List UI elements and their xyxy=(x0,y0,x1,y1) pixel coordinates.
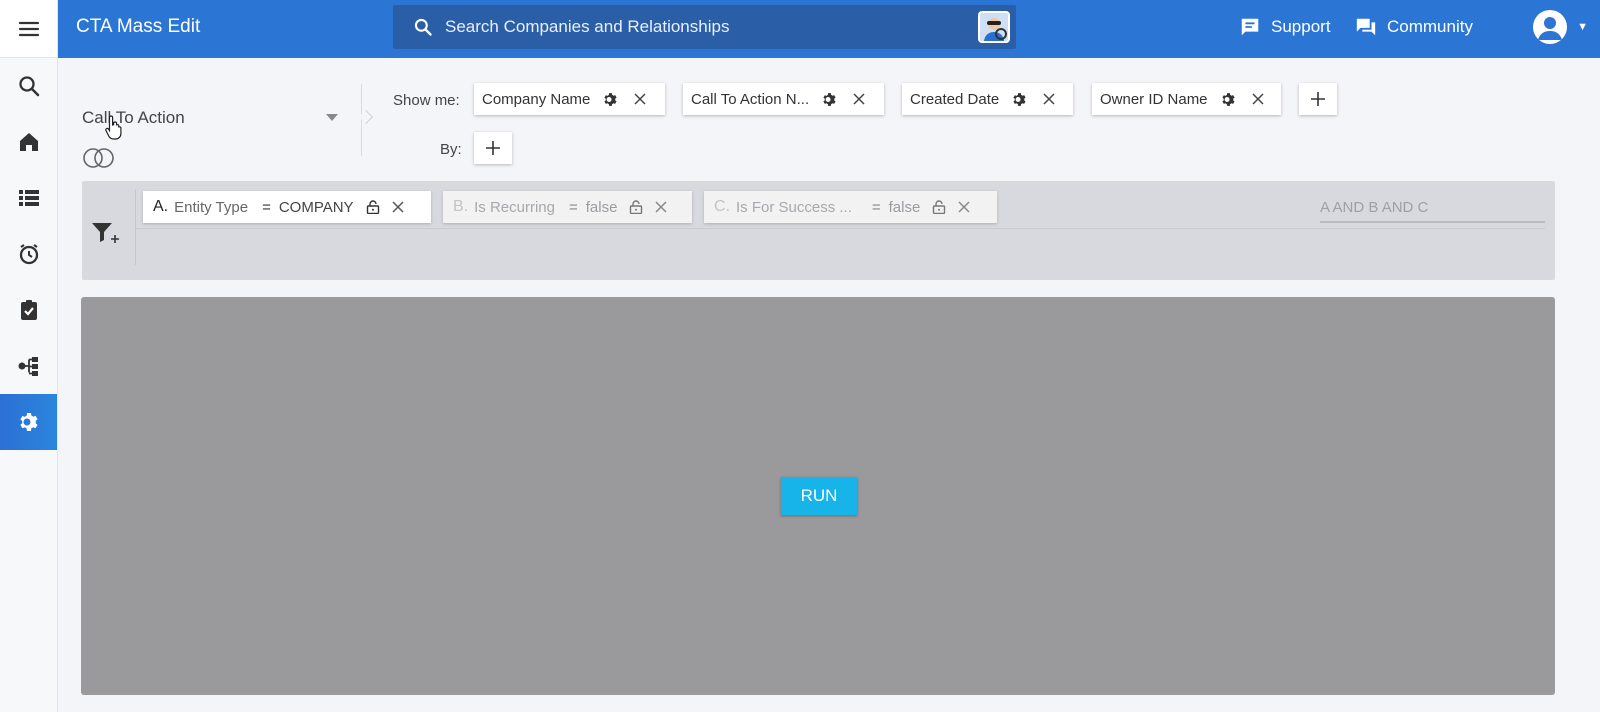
close-icon[interactable] xyxy=(853,93,865,105)
chevron-down-icon xyxy=(326,114,338,121)
filter-operator: = xyxy=(262,198,271,216)
user-avatar-icon xyxy=(1538,17,1563,40)
by-label: By: xyxy=(440,141,462,158)
gear-icon[interactable] xyxy=(1220,91,1237,108)
filter-letter: A. xyxy=(153,198,169,215)
unlock-icon[interactable] xyxy=(629,200,643,214)
filter-chip-a[interactable]: A. Entity Type = COMPANY xyxy=(143,191,431,223)
close-icon[interactable] xyxy=(634,93,646,105)
rail-hierarchy-button[interactable] xyxy=(0,338,57,394)
rail-search-button[interactable] xyxy=(0,58,57,114)
support-link[interactable]: Support xyxy=(1239,0,1331,54)
add-group-by-button[interactable] xyxy=(474,132,512,164)
rail-timeline-button[interactable] xyxy=(0,226,57,282)
gear-icon[interactable] xyxy=(1011,91,1028,108)
search-assistant-avatar[interactable] xyxy=(978,11,1010,43)
filter-value: false xyxy=(888,198,921,216)
close-icon[interactable] xyxy=(1043,93,1055,105)
field-chip-label: Call To Action N... xyxy=(691,90,810,108)
filter-field: Is Recurring xyxy=(474,198,555,216)
filter-panel: A. Entity Type = COMPANY B. Is Recurring… xyxy=(82,181,1555,280)
field-chip-label: Owner ID Name xyxy=(1100,90,1208,108)
plus-icon xyxy=(1311,92,1325,106)
rail-list-button[interactable] xyxy=(0,170,57,226)
filter-logic-input[interactable] xyxy=(1320,193,1545,223)
run-button[interactable]: RUN xyxy=(781,477,857,515)
filter-divider xyxy=(135,189,136,265)
app-title: CTA Mass Edit xyxy=(76,16,201,37)
filter-field: Entity Type xyxy=(174,198,249,216)
menu-toggle-button[interactable] xyxy=(0,0,57,58)
top-header-bar: CTA Mass Edit Support Community ▼ xyxy=(58,0,1600,58)
relationship-toggle-icon[interactable] xyxy=(82,147,116,169)
show-me-label: Show me: xyxy=(393,92,460,109)
community-forum-icon xyxy=(1356,18,1376,36)
gear-icon[interactable] xyxy=(821,91,838,108)
gear-icon xyxy=(19,413,38,431)
unlock-icon[interactable] xyxy=(932,200,946,214)
add-filter-icon[interactable] xyxy=(91,221,121,245)
search-icon xyxy=(18,76,39,97)
filter-operator: = xyxy=(568,198,578,216)
global-search-box[interactable] xyxy=(393,5,1016,49)
chevron-down-icon: ▼ xyxy=(1577,21,1588,33)
clipboard-check-icon xyxy=(20,300,37,320)
plus-icon xyxy=(486,141,500,155)
filter-chip-c[interactable]: C. Is For Success ... = false xyxy=(704,191,997,223)
alarm-clock-icon xyxy=(19,244,38,265)
close-icon[interactable] xyxy=(958,201,970,213)
field-chip-call-to-action-name[interactable]: Call To Action N... xyxy=(683,83,884,115)
filter-letter: C. xyxy=(714,198,730,215)
filter-chip-b[interactable]: B. Is Recurring = false xyxy=(443,191,692,223)
field-chip-owner-id-name[interactable]: Owner ID Name xyxy=(1092,83,1281,115)
hierarchy-icon xyxy=(18,357,38,376)
community-link[interactable]: Community xyxy=(1355,0,1473,54)
object-dropdown-value: Call To Action xyxy=(82,108,185,127)
field-chip-company-name[interactable]: Company Name xyxy=(474,83,665,115)
list-icon xyxy=(18,190,39,206)
support-label: Support xyxy=(1271,17,1331,36)
hand-cursor-icon xyxy=(105,115,122,140)
support-chat-icon xyxy=(1241,18,1259,36)
filter-field: Is For Success ... xyxy=(736,198,852,216)
user-profile-menu[interactable]: ▼ xyxy=(1533,10,1588,44)
left-nav-rail xyxy=(0,0,58,712)
close-icon[interactable] xyxy=(392,201,404,213)
filter-letter: B. xyxy=(453,198,469,215)
hamburger-icon xyxy=(18,21,39,36)
global-search-input[interactable] xyxy=(445,17,978,37)
user-avatar xyxy=(1533,10,1568,44)
close-icon[interactable] xyxy=(655,201,667,213)
assistant-avatar-icon xyxy=(980,13,1008,41)
home-icon xyxy=(19,133,38,151)
filter-operator: = xyxy=(871,198,881,216)
rail-settings-button[interactable] xyxy=(0,394,57,450)
field-chip-label: Created Date xyxy=(910,90,1000,108)
add-field-button[interactable] xyxy=(1299,83,1337,115)
gear-icon[interactable] xyxy=(602,91,619,108)
filter-value: false xyxy=(585,198,618,216)
filter-row-divider xyxy=(135,228,1545,229)
field-chip-label: Company Name xyxy=(482,90,591,108)
rail-home-button[interactable] xyxy=(0,114,57,170)
field-chip-created-date[interactable]: Created Date xyxy=(902,83,1073,115)
filter-value: COMPANY xyxy=(278,198,354,216)
unlock-icon[interactable] xyxy=(366,200,380,214)
search-icon xyxy=(414,18,432,36)
close-icon[interactable] xyxy=(1252,93,1264,105)
community-label: Community xyxy=(1387,17,1473,36)
rail-tasks-button[interactable] xyxy=(0,282,57,338)
